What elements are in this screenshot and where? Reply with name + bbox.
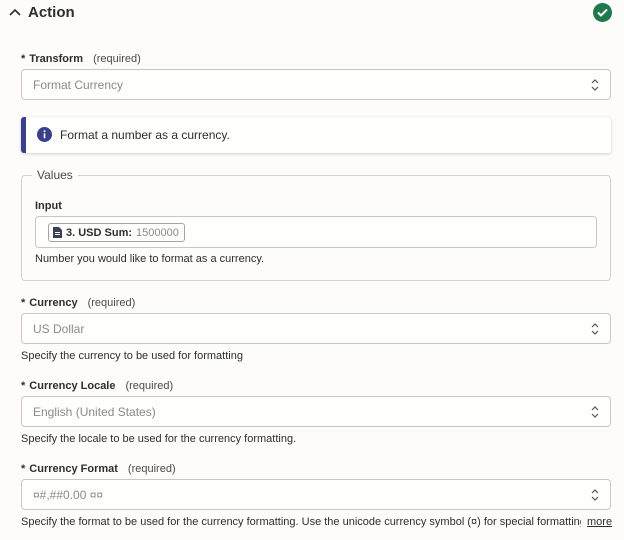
info-text: Format a number as a currency. [60, 128, 230, 142]
info-banner: Format a number as a currency. [21, 117, 611, 153]
format-label: * Currency Format (required) [21, 463, 176, 475]
pill-step: 3. USD Sum: [66, 226, 133, 239]
select-arrows-icon [591, 406, 599, 418]
select-arrows-icon [591, 79, 599, 91]
currency-label: * Currency (required) [21, 297, 135, 309]
format-help: Specify the format to be used for the cu… [21, 516, 581, 528]
locale-label: * Currency Locale (required) [21, 380, 173, 392]
values-legend: Values [32, 168, 78, 182]
transform-label: * Transform (required) [21, 53, 141, 65]
pill-value: 1500000 [136, 226, 179, 239]
document-icon [53, 227, 62, 238]
required-star: * [21, 380, 26, 392]
input-help: Number you would like to format as a cur… [35, 253, 265, 265]
values-group: Values Input 3. USD Sum: 1500000 Number … [21, 168, 611, 281]
select-arrows-icon [591, 489, 599, 501]
transform-value: Format Currency [33, 78, 124, 92]
select-arrows-icon [591, 323, 599, 335]
required-note: (required) [87, 297, 136, 309]
locale-help: Specify the locale to be used for the cu… [21, 433, 297, 445]
transform-select[interactable]: Format Currency [21, 69, 611, 100]
required-star: * [21, 297, 26, 309]
format-label-text: Currency Format [29, 463, 118, 475]
currency-select[interactable]: US Dollar [21, 313, 611, 344]
input-label: Input [35, 200, 62, 212]
format-select[interactable]: ¤#,##0.00 ¤¤ [21, 479, 611, 510]
locale-label-text: Currency Locale [29, 380, 116, 392]
currency-label-text: Currency [29, 297, 78, 309]
required-note: (required) [127, 463, 176, 475]
format-value: ¤#,##0.00 ¤¤ [33, 488, 104, 502]
check-circle-icon [593, 3, 612, 22]
required-note: (required) [93, 53, 141, 65]
section-header[interactable]: Action [0, 0, 624, 26]
chevron-up-icon[interactable] [8, 6, 22, 18]
currency-value: US Dollar [33, 322, 85, 336]
more-link[interactable]: more [587, 516, 612, 528]
required-star: * [21, 463, 26, 475]
input-field[interactable]: 3. USD Sum: 1500000 [35, 216, 597, 248]
transform-label-text: Transform [29, 53, 84, 65]
locale-value: English (United States) [33, 405, 156, 419]
required-star: * [21, 53, 26, 65]
section-title: Action [28, 4, 75, 21]
currency-help: Specify the currency to be used for form… [21, 350, 243, 362]
locale-select[interactable]: English (United States) [21, 396, 611, 427]
data-pill[interactable]: 3. USD Sum: 1500000 [48, 223, 185, 242]
required-note: (required) [125, 380, 174, 392]
info-icon [37, 127, 52, 142]
